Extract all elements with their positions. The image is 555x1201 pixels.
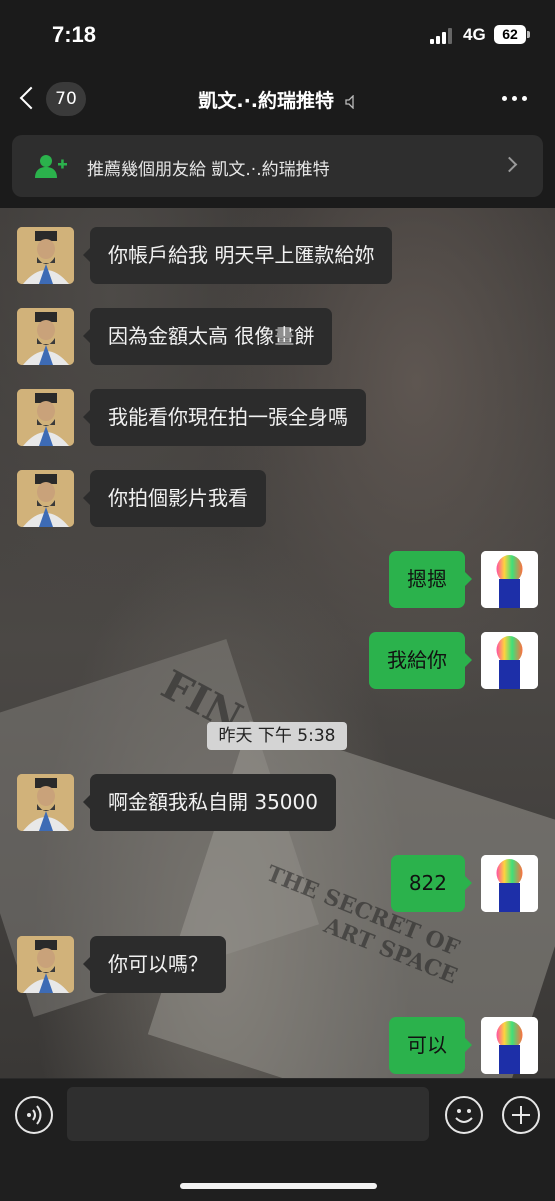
chat-title-text: 凱文.·.約瑞推特 bbox=[198, 90, 335, 112]
home-indicator bbox=[180, 1183, 377, 1189]
nav-bar: 70 凱文.·.約瑞推特 bbox=[0, 70, 555, 130]
plus-button[interactable] bbox=[502, 1096, 540, 1134]
add-friend-icon bbox=[35, 155, 67, 178]
recommend-friend-banner[interactable]: 推薦幾個朋友給 凱文.·.約瑞推特 bbox=[12, 135, 543, 197]
mute-icon bbox=[344, 94, 354, 109]
message-bubble-outgoing[interactable]: 可以 bbox=[389, 1017, 472, 1074]
more-dots-icon bbox=[502, 96, 507, 101]
battery-tip bbox=[527, 31, 530, 38]
back-button[interactable]: 70 bbox=[18, 82, 90, 118]
more-options-button[interactable] bbox=[502, 96, 532, 104]
contact-avatar[interactable] bbox=[17, 470, 74, 527]
status-bar: 7:18 4G 62 bbox=[0, 0, 555, 70]
contact-avatar[interactable] bbox=[17, 774, 74, 831]
contact-avatar[interactable] bbox=[17, 389, 74, 446]
voice-button[interactable] bbox=[15, 1096, 53, 1134]
message-bubble-outgoing[interactable]: 我給你 bbox=[369, 632, 472, 689]
self-avatar[interactable] bbox=[481, 855, 538, 912]
chevron-right-icon bbox=[501, 156, 518, 173]
contact-avatar[interactable] bbox=[17, 227, 74, 284]
voice-icon bbox=[27, 1105, 42, 1125]
message-bubble-incoming[interactable]: 你帳戶給我 明天早上匯款給妳 bbox=[82, 227, 393, 284]
self-avatar[interactable] bbox=[481, 1017, 538, 1074]
message-bubble-incoming[interactable]: 因為金額太高 很像畫餅 bbox=[82, 308, 333, 365]
self-avatar[interactable] bbox=[481, 632, 538, 689]
status-time: 7:18 bbox=[52, 22, 97, 47]
message-bubble-incoming[interactable]: 我能看你現在拍一張全身嗎 bbox=[83, 389, 366, 446]
input-bar bbox=[0, 1078, 555, 1201]
battery-icon: 62 bbox=[494, 25, 526, 44]
recommend-text: 推薦幾個朋友給 凱文.·.約瑞推特 bbox=[87, 160, 330, 180]
emoji-icon bbox=[455, 1109, 473, 1123]
chevron-left-icon bbox=[19, 86, 43, 110]
signal-icon bbox=[430, 28, 456, 44]
unread-count-badge: 70 bbox=[46, 82, 86, 116]
message-input[interactable] bbox=[67, 1087, 429, 1141]
plus-icon bbox=[512, 1106, 530, 1124]
message-timestamp: 昨天 下午 5:38 bbox=[207, 722, 347, 750]
self-avatar[interactable] bbox=[481, 551, 538, 608]
emoji-button[interactable] bbox=[445, 1096, 483, 1134]
message-bubble-incoming[interactable]: 你拍個影片我看 bbox=[83, 470, 266, 527]
contact-avatar[interactable] bbox=[17, 936, 74, 993]
message-bubble-incoming[interactable]: 你可以嗎？ bbox=[83, 936, 226, 993]
network-type: 4G bbox=[463, 25, 486, 44]
message-bubble-incoming[interactable]: 啊金額我私自開 35000 bbox=[83, 774, 336, 831]
contact-avatar[interactable] bbox=[17, 308, 74, 365]
chat-title[interactable]: 凱文.·.約瑞推特 bbox=[120, 86, 435, 113]
message-bubble-outgoing[interactable]: 摁摁 bbox=[389, 551, 472, 608]
message-bubble-outgoing[interactable]: 822 bbox=[390, 855, 473, 912]
